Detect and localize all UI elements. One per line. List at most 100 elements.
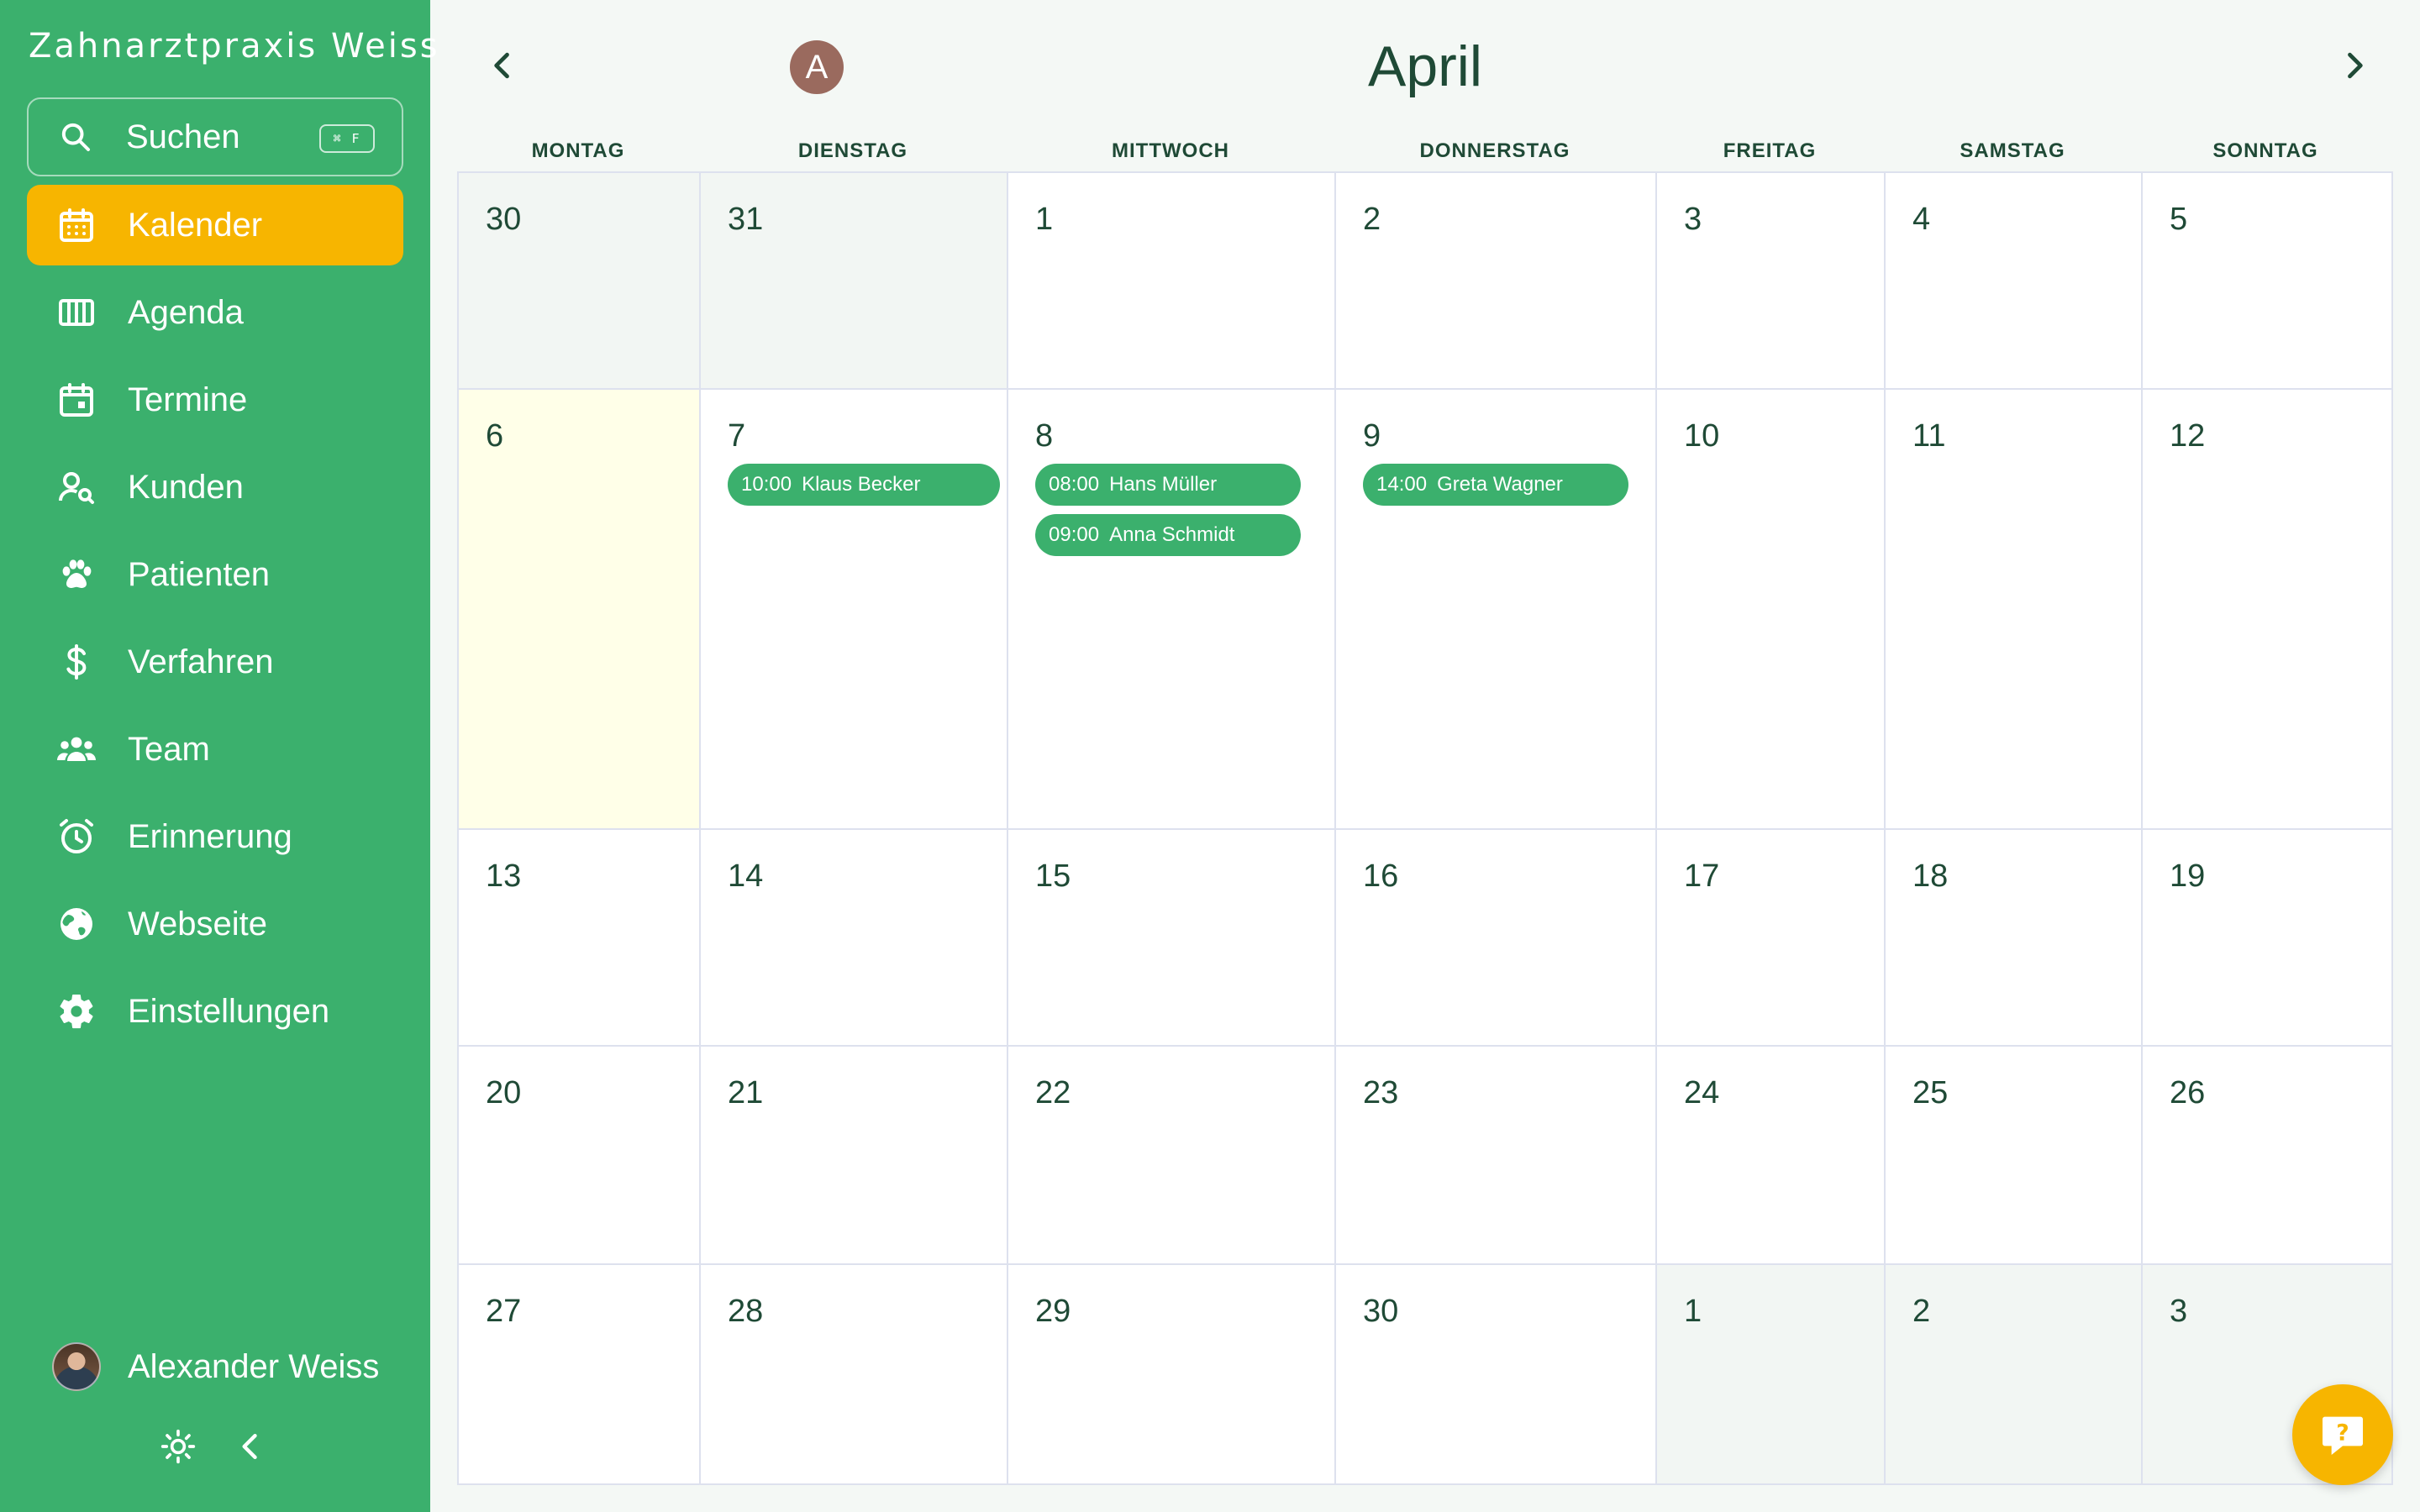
day-cell[interactable]: 3 — [1657, 173, 1886, 390]
day-cell[interactable]: 17 — [1657, 830, 1886, 1047]
day-number: 30 — [1363, 1294, 1399, 1329]
sidebar-item-agenda[interactable]: Agenda — [27, 272, 403, 353]
day-cell[interactable]: 23 — [1336, 1047, 1657, 1265]
sidebar-item-label: Verfahren — [128, 643, 274, 680]
day-cell[interactable]: 30 — [459, 173, 701, 390]
sidebar-item-webseite[interactable]: Webseite — [27, 884, 403, 964]
event-name: Greta Wagner — [1437, 473, 1563, 496]
day-cell[interactable]: 1 — [1008, 173, 1336, 390]
next-month-button[interactable] — [2336, 47, 2373, 84]
day-cell[interactable]: 26 — [2143, 1047, 2391, 1265]
day-cell[interactable]: 8 08:00 Hans Müller 09:00 Anna Schmidt — [1008, 390, 1336, 830]
weekday-label: MONTAG — [531, 139, 625, 162]
sidebar-item-label: Kunden — [128, 468, 244, 506]
appointment-event[interactable]: 09:00 Anna Schmidt — [1035, 514, 1301, 556]
day-cell[interactable]: 22 — [1008, 1047, 1336, 1265]
day-cell[interactable]: 29 — [1008, 1265, 1336, 1483]
user-profile[interactable]: Alexander Weiss — [52, 1342, 379, 1391]
sidebar-item-kalender[interactable]: Kalender — [27, 185, 403, 265]
day-cell[interactable]: 15 — [1008, 830, 1336, 1047]
day-number: 26 — [2170, 1075, 2206, 1110]
day-cell[interactable]: 30 — [1336, 1265, 1657, 1483]
weekday-label: SAMSTAG — [1960, 139, 2065, 162]
sidebar-nav: Kalender Agenda Termine Kunden Patienten Verf… — [27, 185, 403, 1058]
sidebar-item-patienten[interactable]: Patienten — [27, 534, 403, 615]
event-name: Hans Müller — [1109, 473, 1218, 496]
day-cell[interactable]: 11 — [1886, 390, 2143, 830]
sidebar-item-label: Kalender — [128, 206, 263, 244]
day-number: 29 — [1035, 1294, 1071, 1329]
user-search-icon — [55, 466, 97, 508]
day-cell[interactable]: 21 — [701, 1047, 1008, 1265]
day-cell[interactable]: 9 14:00 Greta Wagner — [1336, 390, 1657, 830]
weekday-label: FREITAG — [1723, 139, 1817, 162]
sidebar-item-kunden[interactable]: Kunden — [27, 447, 403, 528]
day-number: 8 — [1035, 418, 1054, 454]
day-cell[interactable]: 14 — [701, 830, 1008, 1047]
calendar-main: A April MONTAG DIENSTAG MITTWOCH DONNERSTAG… — [430, 0, 2420, 1512]
day-number: 3 — [1684, 202, 1702, 237]
day-cell-today[interactable]: 6 — [459, 390, 701, 830]
weekday-label: DONNERSTAG — [1419, 139, 1570, 162]
day-cell[interactable]: 16 — [1336, 830, 1657, 1047]
search-label: Suchen — [126, 118, 240, 155]
gear-icon — [55, 990, 97, 1032]
day-cell[interactable]: 10 — [1657, 390, 1886, 830]
sidebar-item-termine[interactable]: Termine — [27, 360, 403, 440]
sidebar-item-einstellungen[interactable]: Einstellungen — [27, 971, 403, 1052]
paw-icon — [55, 554, 97, 596]
day-cell[interactable]: 2 — [1886, 1265, 2143, 1483]
day-number: 13 — [486, 858, 522, 894]
day-number: 27 — [486, 1294, 522, 1329]
alarm-icon — [55, 816, 97, 858]
day-number: 3 — [2170, 1294, 2188, 1329]
day-number: 9 — [1363, 418, 1381, 454]
team-icon — [55, 728, 97, 770]
day-cell[interactable]: 7 10:00 Klaus Becker — [701, 390, 1008, 830]
day-cell[interactable]: 2 — [1336, 173, 1657, 390]
help-button[interactable]: ? — [2292, 1384, 2393, 1485]
day-cell[interactable]: 28 — [701, 1265, 1008, 1483]
sidebar-item-team[interactable]: Team — [27, 709, 403, 790]
day-number: 15 — [1035, 858, 1071, 894]
day-cell[interactable]: 27 — [459, 1265, 701, 1483]
app-title: Zahnarztpraxis Weiss — [29, 27, 440, 66]
day-number: 30 — [486, 202, 522, 237]
day-cell[interactable]: 24 — [1657, 1047, 1886, 1265]
appointment-event[interactable]: 14:00 Greta Wagner — [1363, 464, 1628, 506]
user-name: Alexander Weiss — [128, 1347, 380, 1385]
globe-icon — [55, 903, 97, 945]
day-number: 1 — [1035, 202, 1054, 237]
appointment-event[interactable]: 08:00 Hans Müller — [1035, 464, 1301, 506]
app: Zahnarztpraxis Weiss Suchen ⌘ F Kalender… — [0, 0, 2420, 1512]
day-cell[interactable]: 20 — [459, 1047, 701, 1265]
event-icon — [55, 379, 97, 421]
day-number: 25 — [1912, 1075, 1949, 1110]
sidebar-item-label: Patienten — [128, 555, 271, 593]
sun-icon[interactable] — [160, 1428, 197, 1465]
event-name: Anna Schmidt — [1109, 523, 1235, 546]
sidebar-item-erinnerung[interactable]: Erinnerung — [27, 796, 403, 877]
day-cell[interactable]: 13 — [459, 830, 701, 1047]
event-time: 14:00 — [1376, 473, 1428, 496]
day-cell[interactable]: 5 — [2143, 173, 2391, 390]
day-cell[interactable]: 25 — [1886, 1047, 2143, 1265]
day-cell[interactable]: 18 — [1886, 830, 2143, 1047]
sidebar-item-verfahren[interactable]: Verfahren — [27, 622, 403, 702]
appointment-event[interactable]: 10:00 Klaus Becker — [728, 464, 1000, 506]
day-number: 12 — [2170, 418, 2206, 454]
day-cell[interactable]: 19 — [2143, 830, 2391, 1047]
search-button[interactable]: Suchen ⌘ F — [27, 97, 403, 176]
day-cell[interactable]: 12 — [2143, 390, 2391, 830]
day-cell[interactable]: 31 — [701, 173, 1008, 390]
day-number: 18 — [1912, 858, 1949, 894]
calendar-icon — [55, 204, 97, 246]
day-number: 5 — [2170, 202, 2188, 237]
day-number: 16 — [1363, 858, 1399, 894]
dollar-icon — [55, 641, 97, 683]
day-number: 7 — [728, 418, 746, 454]
collapse-sidebar-icon[interactable] — [232, 1428, 269, 1465]
day-cell[interactable]: 4 — [1886, 173, 2143, 390]
day-cell[interactable]: 1 — [1657, 1265, 1886, 1483]
day-number: 2 — [1363, 202, 1381, 237]
